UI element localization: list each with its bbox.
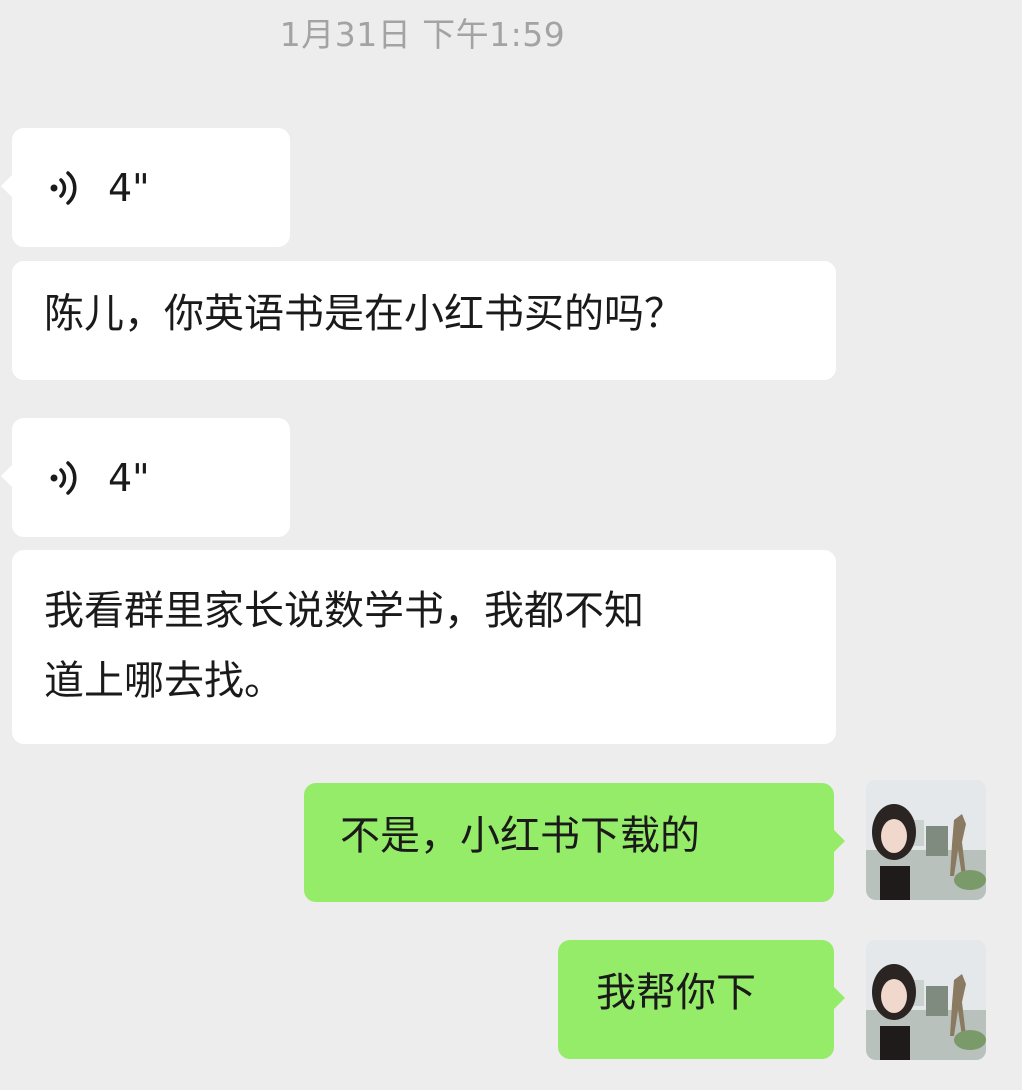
avatar-photo — [866, 940, 986, 1060]
user-avatar[interactable] — [866, 940, 986, 1060]
voice-duration: 4" — [108, 455, 150, 500]
message-text-line: 我看群里家长说数学书，我都不知 — [44, 588, 644, 634]
outgoing-text-bubble[interactable]: 不是，小红书下载的 — [304, 783, 845, 902]
avatar-photo — [866, 780, 986, 900]
chat-timestamp: 1月31日 下午1:59 — [279, 15, 566, 54]
voice-message-bubble[interactable]: 4" — [1, 128, 290, 247]
user-avatar[interactable] — [866, 780, 986, 900]
message-text: 不是，小红书下载的 — [340, 813, 700, 859]
incoming-text-bubble[interactable]: 我看群里家长说数学书，我都不知 道上哪去找。 — [12, 550, 836, 744]
message-text: 我看群里家长说数学书，我都不知 道上哪去找。 — [12, 550, 836, 716]
incoming-text-bubble[interactable]: 陈儿，你英语书是在小红书买的吗？ — [12, 261, 836, 380]
message-text-line: 道上哪去找。 — [44, 658, 284, 704]
message-text: 陈儿，你英语书是在小红书买的吗？ — [44, 291, 684, 337]
voice-wave-icon — [50, 170, 77, 205]
voice-duration: 4" — [108, 165, 150, 210]
voice-wave-icon — [50, 460, 77, 495]
message-text: 我帮你下 — [596, 970, 756, 1016]
outgoing-text-bubble[interactable]: 我帮你下 — [558, 940, 845, 1059]
voice-message-bubble[interactable]: 4" — [1, 418, 290, 537]
